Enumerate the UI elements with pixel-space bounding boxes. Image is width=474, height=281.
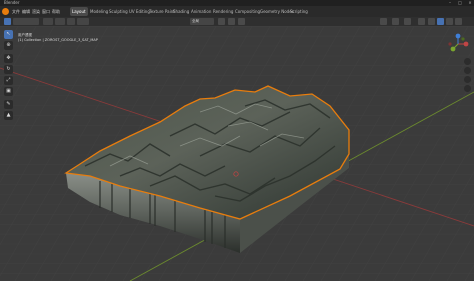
transform-orientation-dropdown[interactable]: 全局 <box>190 18 214 25</box>
tool-shelf: ↖ ⊕ ✥ ↻ ⤢ ▣ ✎ ▲ <box>4 30 13 125</box>
snap-icon[interactable] <box>228 18 235 25</box>
tab-scripting[interactable]: Scripting <box>288 7 310 16</box>
viewport-info: 用户透视 (1) Collection | ZOROST_GOOGLE_3_SA… <box>18 33 98 43</box>
y-axis-gizmo-icon <box>450 46 456 52</box>
shading-wireframe-icon[interactable] <box>455 18 462 25</box>
menu-render[interactable]: 渲染 <box>32 9 40 15</box>
editor-type-icon[interactable] <box>4 18 11 25</box>
move-tool-icon[interactable]: ✥ <box>4 54 13 63</box>
tab-layout[interactable]: Layout <box>70 7 88 16</box>
navigation-gizmo[interactable] <box>446 32 470 56</box>
object-menu[interactable] <box>77 18 89 25</box>
menu-help[interactable]: 帮助 <box>52 9 60 15</box>
select-menu[interactable] <box>55 18 65 25</box>
gizmo-toggle-icon[interactable] <box>392 18 399 25</box>
xray-icon[interactable] <box>418 18 425 25</box>
measure-tool-icon[interactable]: ▲ <box>4 111 13 120</box>
x-axis-gizmo-icon <box>463 41 469 47</box>
menu-window[interactable]: 窗口 <box>42 9 50 15</box>
tab-rendering[interactable]: Rendering <box>211 7 235 16</box>
z-axis-gizmo-icon <box>455 33 461 39</box>
pivot-icon[interactable] <box>218 18 225 25</box>
transform-tool-icon[interactable]: ▣ <box>4 87 13 96</box>
annotate-tool-icon[interactable]: ✎ <box>4 100 13 109</box>
zoom-view-icon[interactable] <box>464 58 471 65</box>
add-menu[interactable] <box>67 18 75 25</box>
viewport-header: 全局 <box>0 17 474 26</box>
menu-edit[interactable]: 编辑 <box>22 9 30 15</box>
camera-view-icon[interactable] <box>464 76 471 83</box>
3d-viewport[interactable] <box>0 26 474 281</box>
select-box-tool-icon[interactable]: ↖ <box>4 30 13 39</box>
perspective-toggle-icon[interactable] <box>464 85 471 92</box>
shading-material-icon[interactable] <box>437 18 444 25</box>
rotate-tool-icon[interactable]: ↻ <box>4 65 13 74</box>
overlay-toggle-icon[interactable] <box>404 18 411 25</box>
tab-animation[interactable]: Animation <box>189 7 213 16</box>
menu-file[interactable]: 文件 <box>12 9 20 15</box>
mode-dropdown[interactable] <box>13 18 39 25</box>
shading-solid-icon[interactable] <box>428 18 435 25</box>
view-menu[interactable] <box>43 18 53 25</box>
proportional-edit-icon[interactable] <box>238 18 245 25</box>
collection-label: (1) Collection | ZOROST_GOOGLE_3_SAT_MAP <box>18 38 98 42</box>
visibility-icon[interactable] <box>380 18 387 25</box>
cursor-tool-icon[interactable]: ⊕ <box>4 41 13 50</box>
scale-tool-icon[interactable]: ⤢ <box>4 76 13 85</box>
shading-rendered-icon[interactable] <box>446 18 453 25</box>
pan-view-icon[interactable] <box>464 67 471 74</box>
blender-logo-icon[interactable] <box>2 8 9 15</box>
top-menu-bar: 文件 编辑 渲染 窗口 帮助 Layout Modeling Sculpting… <box>0 6 474 17</box>
